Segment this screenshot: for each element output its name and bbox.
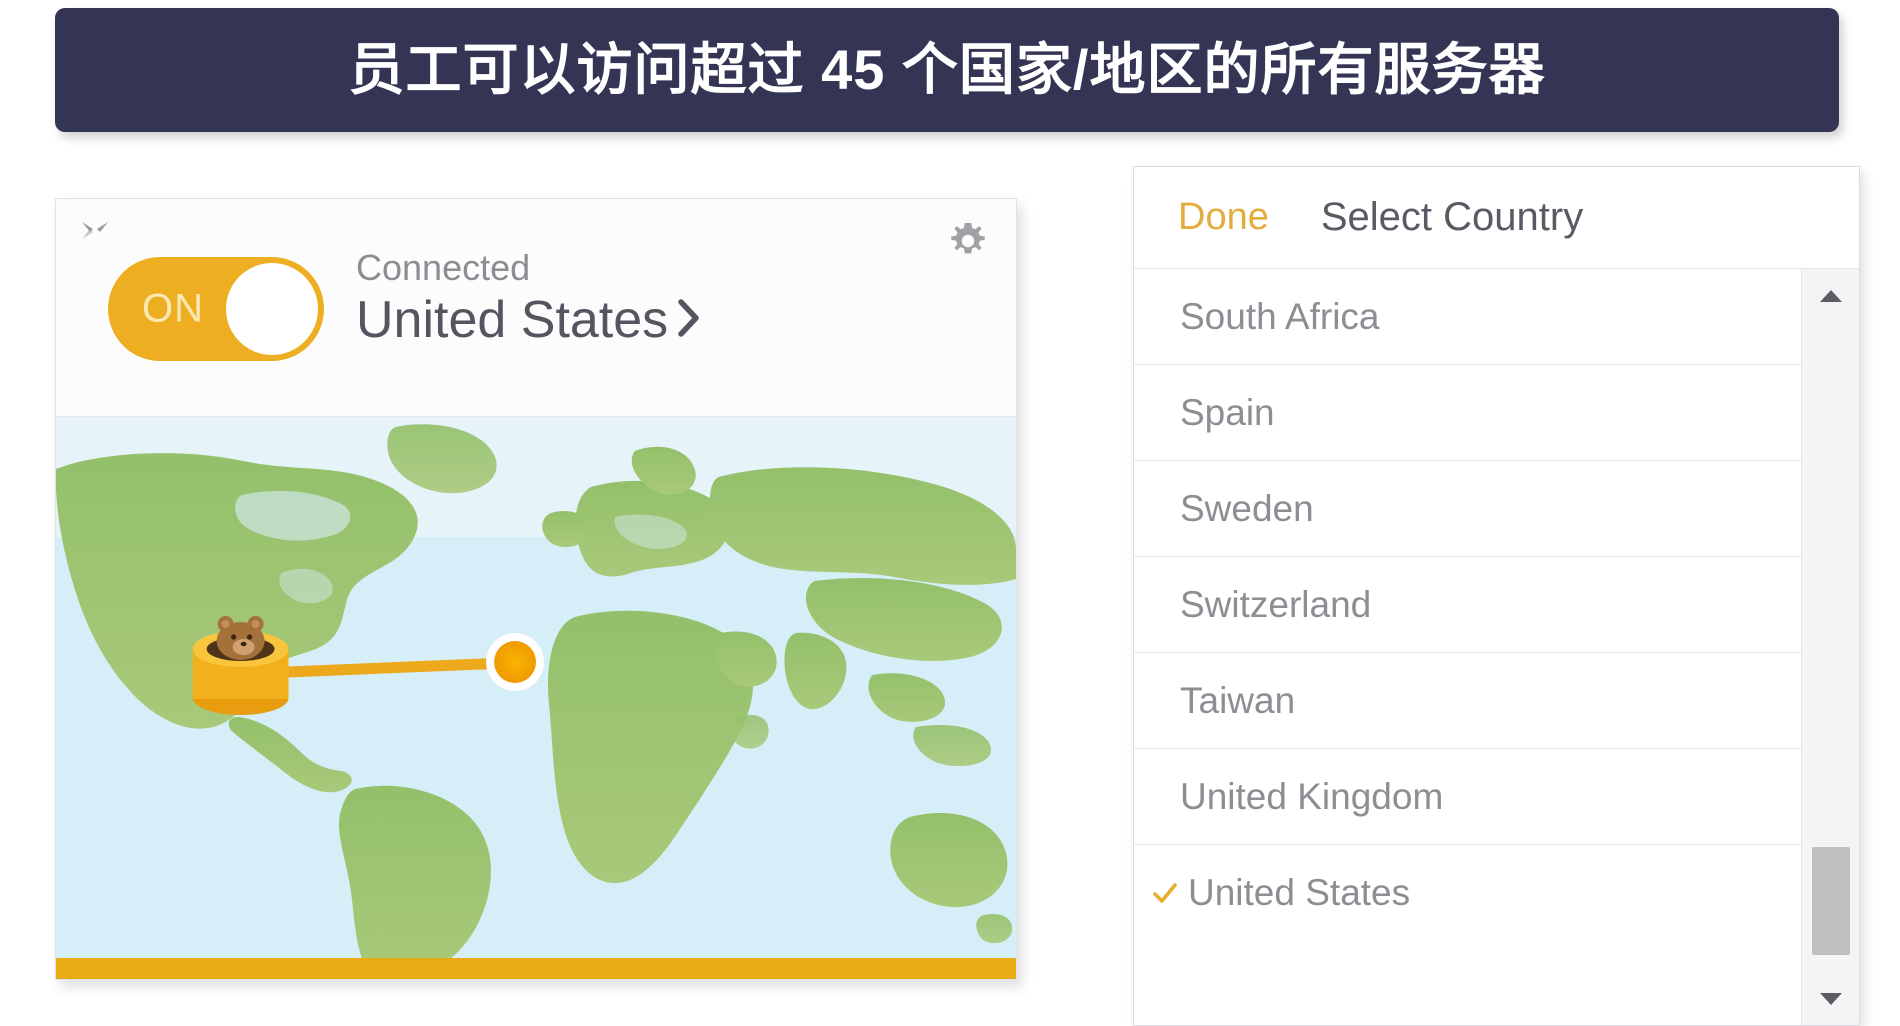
vpn-power-toggle[interactable]: ON xyxy=(108,257,324,361)
country-list-container: South Africa Spain Sweden Switzerland Taiwan… xyxy=(1134,269,1859,1025)
check-icon xyxy=(1150,880,1180,906)
vpn-toggle-knob xyxy=(226,263,318,355)
country-list-scrollbar[interactable] xyxy=(1801,269,1859,1025)
triangle-down-icon[interactable] xyxy=(1802,976,1859,1022)
country-name-label: South Africa xyxy=(1180,295,1380,337)
country-list-item[interactable]: Taiwan xyxy=(1134,653,1803,749)
connection-status-text: Connected xyxy=(356,247,531,288)
country-list-item[interactable]: Sweden xyxy=(1134,461,1803,557)
current-location-label: United States xyxy=(356,291,669,350)
world-map[interactable] xyxy=(56,417,1016,979)
map-bottom-accent-bar xyxy=(56,958,1016,979)
headline-banner: 员工可以访问超过 45 个国家/地区的所有服务器 xyxy=(55,8,1839,132)
country-list-item[interactable]: Spain xyxy=(1134,365,1803,461)
country-name-label: United Kingdom xyxy=(1180,775,1444,817)
connection-status-block: Connected United States xyxy=(356,247,704,350)
country-name-label: Taiwan xyxy=(1180,679,1296,721)
vpn-toggle-label: ON xyxy=(142,286,204,331)
headline-banner-text: 员工可以访问超过 45 个国家/地区的所有服务器 xyxy=(348,38,1546,101)
country-name-label: United States xyxy=(1188,872,1411,913)
triangle-up-icon[interactable] xyxy=(1802,273,1859,319)
collapse-arrows-icon[interactable] xyxy=(78,217,112,251)
world-map-graphic xyxy=(56,417,1016,979)
country-list[interactable]: South Africa Spain Sweden Switzerland Taiwan… xyxy=(1134,269,1803,1025)
screenshot-root: 员工可以访问超过 45 个国家/地区的所有服务器 ON Connected Un… xyxy=(0,0,1900,1026)
country-panel-header: Done Select Country xyxy=(1134,167,1859,269)
country-selection-panel: Done Select Country South Africa Spain Swe… xyxy=(1133,166,1860,1026)
country-panel-title: Select Country xyxy=(1320,195,1584,239)
chevron-right-icon xyxy=(674,295,704,346)
country-name-label: Sweden xyxy=(1180,487,1314,529)
done-button[interactable]: Done xyxy=(1178,196,1269,239)
destination-marker xyxy=(486,633,544,691)
country-list-item[interactable]: Switzerland xyxy=(1134,557,1803,653)
vpn-client-card: ON Connected United States xyxy=(55,198,1017,980)
country-name-label: Spain xyxy=(1180,391,1275,433)
gear-icon[interactable] xyxy=(946,219,990,263)
current-location-selector[interactable]: United States xyxy=(356,292,704,349)
country-name-label: Switzerland xyxy=(1180,583,1372,625)
country-list-item[interactable]: United States xyxy=(1134,845,1803,941)
country-list-item[interactable]: South Africa xyxy=(1134,269,1803,365)
scrollbar-thumb[interactable] xyxy=(1812,847,1850,955)
country-list-item[interactable]: United Kingdom xyxy=(1134,749,1803,845)
vpn-card-header: ON Connected United States xyxy=(56,199,1016,417)
